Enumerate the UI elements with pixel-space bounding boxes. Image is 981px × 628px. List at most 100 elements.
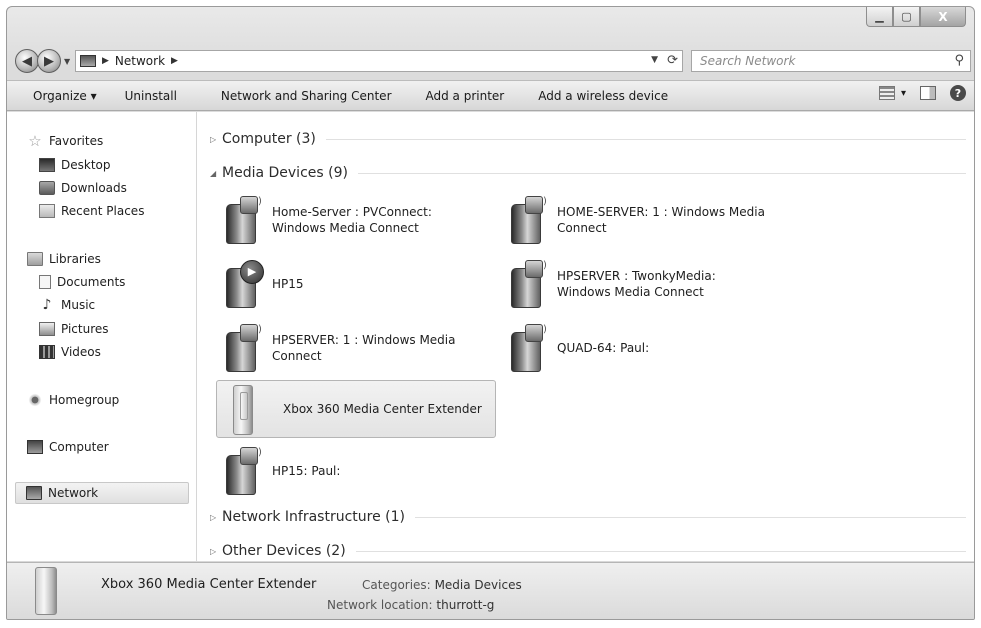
music-icon: ♪: [42, 297, 52, 313]
nav-documents[interactable]: Documents: [39, 271, 221, 293]
nav-pictures-label: Pictures: [61, 322, 109, 336]
details-location: Network location: thurrott-g: [327, 598, 494, 612]
group-media-devices[interactable]: ◢ Media Devices (9): [210, 165, 966, 181]
address-bar[interactable]: ▶ Network ▶ ▼ ⟳: [75, 50, 683, 72]
group-computer[interactable]: ▷ Computer (3): [210, 131, 966, 147]
nav-desktop-label: Desktop: [61, 158, 111, 172]
nav-computer-label: Computer: [49, 440, 109, 454]
search-input[interactable]: Search Network ⚲: [691, 50, 971, 72]
device-item[interactable]: ) QUAD-64: Paul:: [503, 319, 783, 377]
device-name: Xbox 360 Media Center Extender: [283, 402, 482, 416]
device-item[interactable]: ) Home-Server : PVConnect: Windows Media …: [218, 191, 498, 249]
nav-libraries[interactable]: Libraries: [27, 248, 209, 270]
device-item-selected[interactable]: Xbox 360 Media Center Extender: [216, 380, 496, 438]
add-wireless-device-button[interactable]: Add a wireless device: [518, 89, 682, 103]
device-name: QUAD-64: Paul:: [557, 341, 650, 355]
nav-favorites[interactable]: ☆ Favorites: [27, 130, 209, 152]
views-dropdown-icon[interactable]: ▾: [901, 88, 906, 99]
title-bar: ▁ ▢ X: [7, 7, 974, 43]
device-name: HP15: [272, 277, 304, 291]
back-button[interactable]: ◀: [15, 49, 39, 73]
xbox-icon: [217, 383, 267, 435]
nav-homegroup[interactable]: Homegroup: [27, 389, 209, 411]
collapsed-triangle-icon[interactable]: ▷: [210, 547, 222, 556]
categories-label: Categories:: [362, 578, 431, 592]
nav-videos[interactable]: Videos: [39, 341, 221, 363]
media-server-icon: ): [503, 322, 553, 374]
nav-recent-places[interactable]: Recent Places: [39, 200, 221, 222]
device-item[interactable]: ) HP15: Paul:: [218, 442, 498, 500]
pictures-icon: [39, 322, 55, 336]
maximize-button[interactable]: ▢: [893, 7, 920, 27]
main-pane: ▷ Computer (3) ◢ Media Devices (9) ) Hom…: [198, 112, 974, 561]
device-name: Home-Server : PVConnect:: [272, 205, 432, 219]
network-sharing-center-button[interactable]: Network and Sharing Center: [191, 89, 406, 103]
group-divider: [357, 172, 966, 174]
media-server-icon: ): [218, 322, 268, 374]
minimize-button[interactable]: ▁: [866, 7, 893, 27]
location-label: Network location:: [327, 598, 433, 612]
libraries-icon: [27, 252, 43, 266]
expanded-triangle-icon[interactable]: ◢: [210, 169, 222, 178]
recent-pages-dropdown[interactable]: ▼: [64, 57, 70, 66]
device-item[interactable]: ) HPSERVER : TwonkyMedia: Windows Media C…: [503, 255, 783, 313]
network-icon: [26, 486, 42, 500]
media-server-icon: ): [503, 258, 553, 310]
group-divider: [355, 550, 966, 552]
group-other-devices[interactable]: ▷ Other Devices (2): [210, 543, 966, 559]
downloads-icon: [39, 181, 55, 195]
breadcrumb-separator-icon[interactable]: ▶: [102, 56, 109, 66]
change-view-icon[interactable]: [878, 86, 895, 100]
add-printer-button[interactable]: Add a printer: [406, 89, 519, 103]
navigation-pane: ☆ Favorites Desktop Downloads Recent Pla…: [7, 112, 197, 561]
nav-computer[interactable]: Computer: [27, 436, 209, 458]
uninstall-button[interactable]: Uninstall: [111, 89, 191, 103]
caption-buttons: ▁ ▢ X: [866, 7, 966, 27]
breadcrumb-network[interactable]: Network: [115, 54, 165, 68]
location-value: thurrott-g: [436, 598, 495, 612]
nav-network-label: Network: [48, 486, 99, 500]
nav-pictures[interactable]: Pictures: [39, 318, 221, 340]
group-divider: [325, 138, 966, 140]
search-icon[interactable]: ⚲: [954, 53, 964, 68]
homegroup-icon: [27, 393, 43, 407]
recent-places-icon: [39, 204, 55, 218]
nav-network[interactable]: Network: [15, 482, 189, 504]
collapsed-triangle-icon[interactable]: ▷: [210, 135, 222, 144]
nav-documents-label: Documents: [57, 275, 126, 289]
refresh-icon[interactable]: ⟳: [667, 53, 678, 68]
media-server-icon: ): [218, 194, 268, 246]
device-item[interactable]: ) HPSERVER: 1 : Windows Media Connect: [218, 319, 498, 377]
organize-button[interactable]: Organize ▾: [7, 89, 111, 103]
back-arrow-icon: ◀: [22, 53, 32, 69]
close-button[interactable]: X: [920, 7, 966, 27]
nav-music-label: Music: [61, 298, 96, 312]
command-bar: Organize ▾ Uninstall Network and Sharing…: [7, 80, 974, 111]
nav-desktop[interactable]: Desktop: [39, 154, 221, 176]
nav-homegroup-label: Homegroup: [49, 393, 120, 407]
device-item[interactable]: ▶ HP15: [218, 255, 498, 313]
videos-icon: [39, 345, 55, 359]
nav-downloads[interactable]: Downloads: [39, 177, 221, 199]
forward-button[interactable]: ▶: [37, 49, 61, 73]
collapsed-triangle-icon[interactable]: ▷: [210, 513, 222, 522]
nav-music[interactable]: ♪ Music: [39, 294, 221, 316]
device-subtitle: Windows Media Connect: [272, 221, 419, 235]
group-media-devices-label: Media Devices (9): [222, 165, 348, 181]
device-name: HPSERVER : TwonkyMedia:: [557, 269, 716, 283]
details-pane: Xbox 360 Media Center Extender Categorie…: [7, 562, 974, 619]
preview-pane-icon[interactable]: [920, 86, 936, 100]
computer-icon: [27, 440, 43, 454]
device-item[interactable]: ) HOME-SERVER: 1 : Windows Media Connect: [503, 191, 783, 249]
group-computer-label: Computer (3): [222, 131, 316, 147]
breadcrumb-chevron-icon[interactable]: ▶: [171, 56, 178, 66]
search-placeholder: Search Network: [700, 54, 796, 68]
address-dropdown-icon[interactable]: ▼: [651, 55, 658, 65]
network-location-icon: [80, 55, 96, 67]
help-icon[interactable]: ?: [950, 85, 966, 101]
group-network-infrastructure[interactable]: ▷ Network Infrastructure (1): [210, 509, 966, 525]
device-name: HPSERVER: 1 : Windows Media: [272, 333, 456, 347]
details-title: Xbox 360 Media Center Extender: [101, 577, 317, 592]
nav-videos-label: Videos: [61, 345, 101, 359]
media-server-icon: ): [218, 445, 268, 497]
